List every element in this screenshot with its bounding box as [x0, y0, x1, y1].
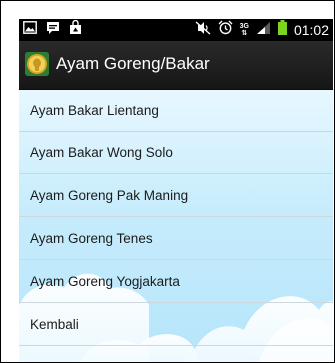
- menu-item-ayam-goreng-pak-maning[interactable]: Ayam Goreng Pak Maning: [19, 175, 333, 217]
- menu-item-label: Ayam Bakar Lientang: [30, 103, 159, 118]
- menu-item-ayam-bakar-wong-solo[interactable]: Ayam Bakar Wong Solo: [19, 132, 333, 174]
- mute-icon: [195, 20, 211, 40]
- battery-icon: [277, 20, 287, 40]
- screenshot-frame: 3G ⇅ 01:02 Ayam Goreng/Bakar Ayam Bakar …: [0, 0, 335, 363]
- alarm-icon: [218, 20, 233, 40]
- menu-item-ayam-goreng-yogjakarta[interactable]: Ayam Goreng Yogjakarta: [19, 261, 333, 303]
- status-time: 01:02: [293, 22, 329, 38]
- network-type-label: 3G: [239, 23, 249, 30]
- gallery-icon: [23, 21, 37, 39]
- menu-item-label: Kembali: [30, 317, 79, 332]
- phone-screen: 3G ⇅ 01:02 Ayam Goreng/Bakar Ayam Bakar …: [19, 19, 333, 362]
- shopping-bag-icon: [69, 19, 82, 40]
- menu-item-label: Ayam Bakar Wong Solo: [30, 145, 173, 160]
- menu-item-ayam-goreng-tenes[interactable]: Ayam Goreng Tenes: [19, 218, 333, 260]
- app-icon[interactable]: [25, 52, 49, 76]
- action-bar: Ayam Goreng/Bakar: [19, 41, 333, 90]
- menu-item-label: Ayam Goreng Tenes: [30, 231, 153, 246]
- chat-icon: [46, 21, 60, 40]
- menu-list-container: Ayam Bakar Lientang Ayam Bakar Wong Solo…: [19, 90, 333, 362]
- app-title: Ayam Goreng/Bakar: [56, 54, 210, 73]
- menu-item-ayam-bakar-lientang[interactable]: Ayam Bakar Lientang: [19, 90, 333, 132]
- menu-item-label: Ayam Goreng Yogjakarta: [30, 274, 180, 289]
- status-bar: 3G ⇅ 01:02: [19, 19, 333, 41]
- network-type-indicator: 3G ⇅: [239, 23, 249, 37]
- system-icons: 3G ⇅ 01:02: [195, 19, 329, 41]
- menu-item-label: Ayam Goreng Pak Maning: [30, 188, 189, 203]
- signal-icon: [256, 21, 271, 40]
- menu-item-kembali[interactable]: Kembali: [19, 304, 333, 346]
- notification-icons: [23, 19, 82, 40]
